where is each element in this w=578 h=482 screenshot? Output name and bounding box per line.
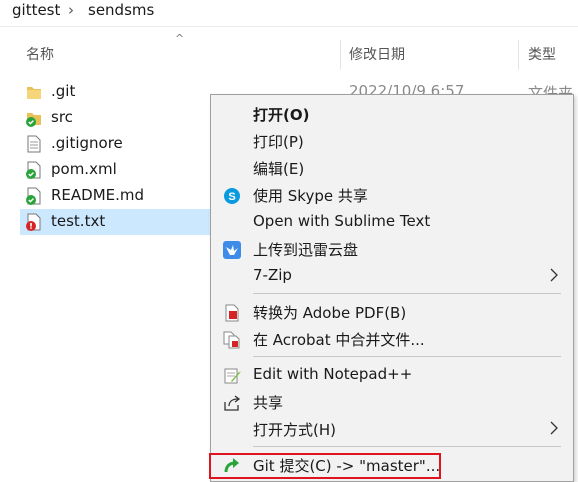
menu-item-label: 打印(P) — [253, 133, 304, 151]
menu-item-label: Edit with Notepad++ — [253, 365, 413, 383]
menu-item-acrobat-merge[interactable]: 在 Acrobat 中合并文件... — [211, 327, 571, 353]
menu-item-share[interactable]: 共享 — [211, 390, 571, 416]
menu-item-label: 编辑(E) — [253, 160, 305, 178]
breadcrumb-sendsms[interactable]: sendsms — [88, 1, 154, 19]
notepad-plus-plus-icon — [223, 367, 241, 385]
sort-ascending-icon: ^ — [175, 32, 185, 45]
menu-item-open-with[interactable]: 打开方式(H) — [211, 417, 571, 443]
share-icon — [223, 394, 241, 412]
column-header-date[interactable]: 修改日期 — [349, 44, 405, 64]
menu-item-label: Open with Sublime Text — [253, 212, 431, 230]
highlight-annotation-box — [209, 453, 441, 479]
menu-item-label: 使用 Skype 共享 — [253, 187, 368, 205]
git-modified-file-icon — [26, 213, 42, 231]
menu-separator — [253, 293, 561, 294]
adobe-pdf-icon — [223, 304, 241, 322]
breadcrumb: gittest › sendsms — [0, 0, 578, 24]
menu-item-label: 上传到迅雷云盘 — [253, 241, 359, 259]
menu-item-label: 打开方式(H) — [253, 421, 336, 439]
menu-item-7zip[interactable]: 7-Zip — [211, 264, 571, 290]
menu-item-label: 共享 — [253, 394, 284, 412]
git-clean-folder-icon — [26, 109, 42, 127]
menu-item-sublime[interactable]: Open with Sublime Text — [211, 210, 571, 236]
breadcrumb-gittest[interactable]: gittest — [12, 1, 60, 19]
folder-icon — [26, 83, 42, 101]
breadcrumb-separator[interactable]: › — [68, 1, 74, 19]
skype-icon: S — [223, 187, 241, 205]
context-menu: 打开(O) 打印(P) 编辑(E) S 使用 Skype 共享 Open wit… — [209, 94, 574, 482]
submenu-arrow-icon — [549, 266, 559, 288]
xunlei-bird-icon — [223, 241, 241, 259]
menu-item-label: 在 Acrobat 中合并文件... — [253, 331, 425, 349]
column-divider[interactable] — [340, 40, 341, 70]
menu-item-skype[interactable]: S 使用 Skype 共享 — [211, 183, 571, 209]
file-name: src — [51, 108, 73, 126]
menu-item-label: 打开(O) — [253, 106, 310, 124]
file-name: .git — [51, 82, 76, 100]
menu-item-convert-pdf[interactable]: 转换为 Adobe PDF(B) — [211, 300, 571, 326]
column-header-name[interactable]: 名称 — [26, 44, 54, 64]
menu-item-label: 转换为 Adobe PDF(B) — [253, 304, 407, 322]
menu-item-notepadpp[interactable]: Edit with Notepad++ — [211, 363, 571, 389]
acrobat-merge-icon — [223, 331, 241, 349]
file-row-test[interactable]: test.txt — [20, 209, 215, 235]
file-name: .gitignore — [51, 134, 123, 152]
submenu-arrow-icon — [549, 419, 559, 441]
menu-item-edit[interactable]: 编辑(E) — [211, 156, 571, 182]
menu-separator — [253, 356, 561, 357]
menu-item-open[interactable]: 打开(O) — [211, 102, 571, 128]
text-file-icon — [26, 135, 42, 153]
svg-text:S: S — [228, 191, 235, 203]
column-divider[interactable] — [518, 40, 519, 70]
menu-item-label: 7-Zip — [253, 266, 292, 284]
menu-item-xunlei[interactable]: 上传到迅雷云盘 — [211, 237, 571, 263]
file-name: test.txt — [51, 212, 106, 230]
toolbar-divider — [0, 26, 578, 27]
menu-separator — [253, 446, 561, 447]
file-name: pom.xml — [51, 160, 117, 178]
file-name: README.md — [51, 186, 145, 204]
menu-item-print[interactable]: 打印(P) — [211, 129, 571, 155]
git-clean-file-icon — [26, 161, 42, 179]
column-header-type[interactable]: 类型 — [528, 44, 556, 64]
git-clean-file-icon — [26, 187, 42, 205]
